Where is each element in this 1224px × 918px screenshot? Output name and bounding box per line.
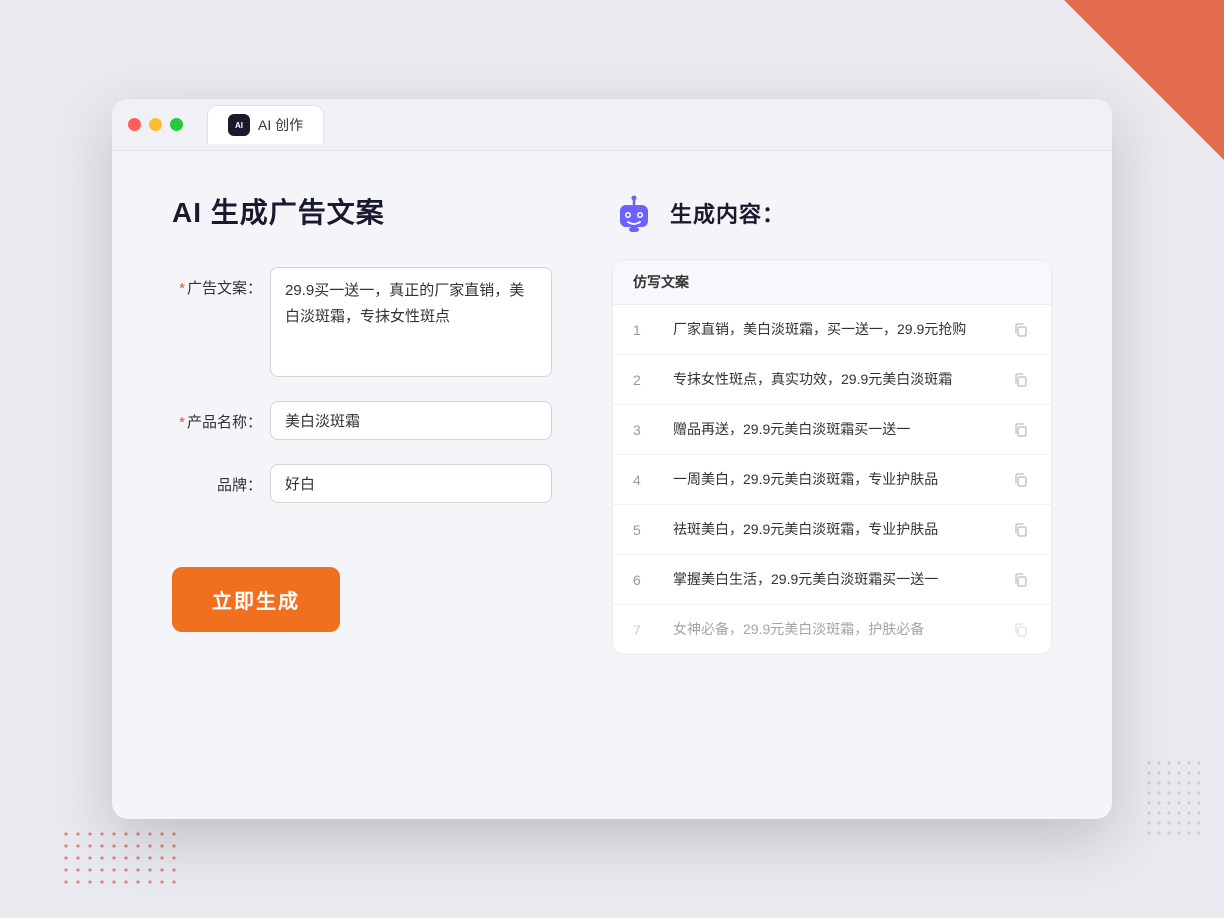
- results-title: 生成内容：: [670, 197, 785, 229]
- table-row: 3 赠品再送，29.9元美白淡斑霜买一送一: [613, 405, 1051, 455]
- copy-button[interactable]: [1011, 370, 1031, 390]
- bg-dots-right: [1144, 758, 1204, 838]
- table-row: 6 掌握美白生活，29.9元美白淡斑霜买一送一: [613, 555, 1051, 605]
- result-text: 一周美白，29.9元美白淡斑霜，专业护肤品: [673, 469, 995, 490]
- copy-button[interactable]: [1011, 570, 1031, 590]
- tab-label: AI 创作: [258, 115, 303, 135]
- ad-copy-label: *广告文案：: [172, 267, 262, 298]
- results-column-header: 仿写文案: [613, 260, 1051, 305]
- table-row: 7 女神必备，29.9元美白淡斑霜，护肤必备: [613, 605, 1051, 654]
- product-name-input[interactable]: [270, 401, 552, 440]
- required-star-1: *: [179, 280, 185, 297]
- traffic-lights: [128, 118, 183, 131]
- required-star-2: *: [179, 414, 185, 431]
- ad-copy-row: *广告文案： 29.9买一送一，真正的厂家直销，美白淡斑霜，专抹女性斑点: [172, 267, 552, 377]
- browser-window: AI 创作 AI 生成广告文案 *广告文案： 29.9买一送一，真正的厂家直销，…: [112, 99, 1112, 819]
- generate-button[interactable]: 立即生成: [172, 567, 340, 632]
- bg-dots-bottom: [60, 828, 180, 888]
- result-text: 掌握美白生活，29.9元美白淡斑霜买一送一: [673, 569, 995, 590]
- result-number: 2: [633, 372, 657, 388]
- ad-copy-textarea[interactable]: 29.9买一送一，真正的厂家直销，美白淡斑霜，专抹女性斑点: [270, 267, 552, 377]
- result-text: 专抹女性斑点，真实功效，29.9元美白淡斑霜: [673, 369, 995, 390]
- result-text: 厂家直销，美白淡斑霜，买一送一，29.9元抢购: [673, 319, 995, 340]
- brand-input[interactable]: [270, 464, 552, 503]
- result-number: 6: [633, 572, 657, 588]
- result-number: 3: [633, 422, 657, 438]
- copy-button[interactable]: [1011, 320, 1031, 340]
- table-row: 2 专抹女性斑点，真实功效，29.9元美白淡斑霜: [613, 355, 1051, 405]
- result-text: 女神必备，29.9元美白淡斑霜，护肤必备: [673, 619, 995, 640]
- copy-button[interactable]: [1011, 470, 1031, 490]
- left-panel: AI 生成广告文案 *广告文案： 29.9买一送一，真正的厂家直销，美白淡斑霜，…: [172, 191, 552, 731]
- results-rows-container: 1 厂家直销，美白淡斑霜，买一送一，29.9元抢购 2 专抹女性斑点，真实功效，29…: [613, 305, 1051, 654]
- main-content: AI 生成广告文案 *广告文案： 29.9买一送一，真正的厂家直销，美白淡斑霜，…: [112, 151, 1112, 771]
- robot-icon: [612, 191, 656, 235]
- copy-button[interactable]: [1011, 620, 1031, 640]
- close-button[interactable]: [128, 118, 141, 131]
- table-row: 5 祛斑美白，29.9元美白淡斑霜，专业护肤品: [613, 505, 1051, 555]
- results-header: 生成内容：: [612, 191, 1052, 235]
- ai-tab[interactable]: AI 创作: [207, 105, 324, 144]
- table-row: 4 一周美白，29.9元美白淡斑霜，专业护肤品: [613, 455, 1051, 505]
- result-number: 5: [633, 522, 657, 538]
- ai-tab-icon: [228, 114, 250, 136]
- result-number: 1: [633, 322, 657, 338]
- product-name-row: *产品名称：: [172, 401, 552, 440]
- result-number: 4: [633, 472, 657, 488]
- result-text: 祛斑美白，29.9元美白淡斑霜，专业护肤品: [673, 519, 995, 540]
- right-panel: 生成内容： 仿写文案 1 厂家直销，美白淡斑霜，买一送一，29.9元抢购 2 专抹女…: [612, 191, 1052, 731]
- result-number: 7: [633, 622, 657, 638]
- product-name-label: *产品名称：: [172, 401, 262, 432]
- page-title: AI 生成广告文案: [172, 191, 552, 231]
- table-row: 1 厂家直销，美白淡斑霜，买一送一，29.9元抢购: [613, 305, 1051, 355]
- copy-button[interactable]: [1011, 520, 1031, 540]
- maximize-button[interactable]: [170, 118, 183, 131]
- minimize-button[interactable]: [149, 118, 162, 131]
- brand-row: 品牌：: [172, 464, 552, 503]
- brand-label: 品牌：: [172, 464, 262, 495]
- copy-button[interactable]: [1011, 420, 1031, 440]
- result-text: 赠品再送，29.9元美白淡斑霜买一送一: [673, 419, 995, 440]
- titlebar: AI 创作: [112, 99, 1112, 151]
- results-table: 仿写文案 1 厂家直销，美白淡斑霜，买一送一，29.9元抢购 2 专抹女性斑点，真实…: [612, 259, 1052, 655]
